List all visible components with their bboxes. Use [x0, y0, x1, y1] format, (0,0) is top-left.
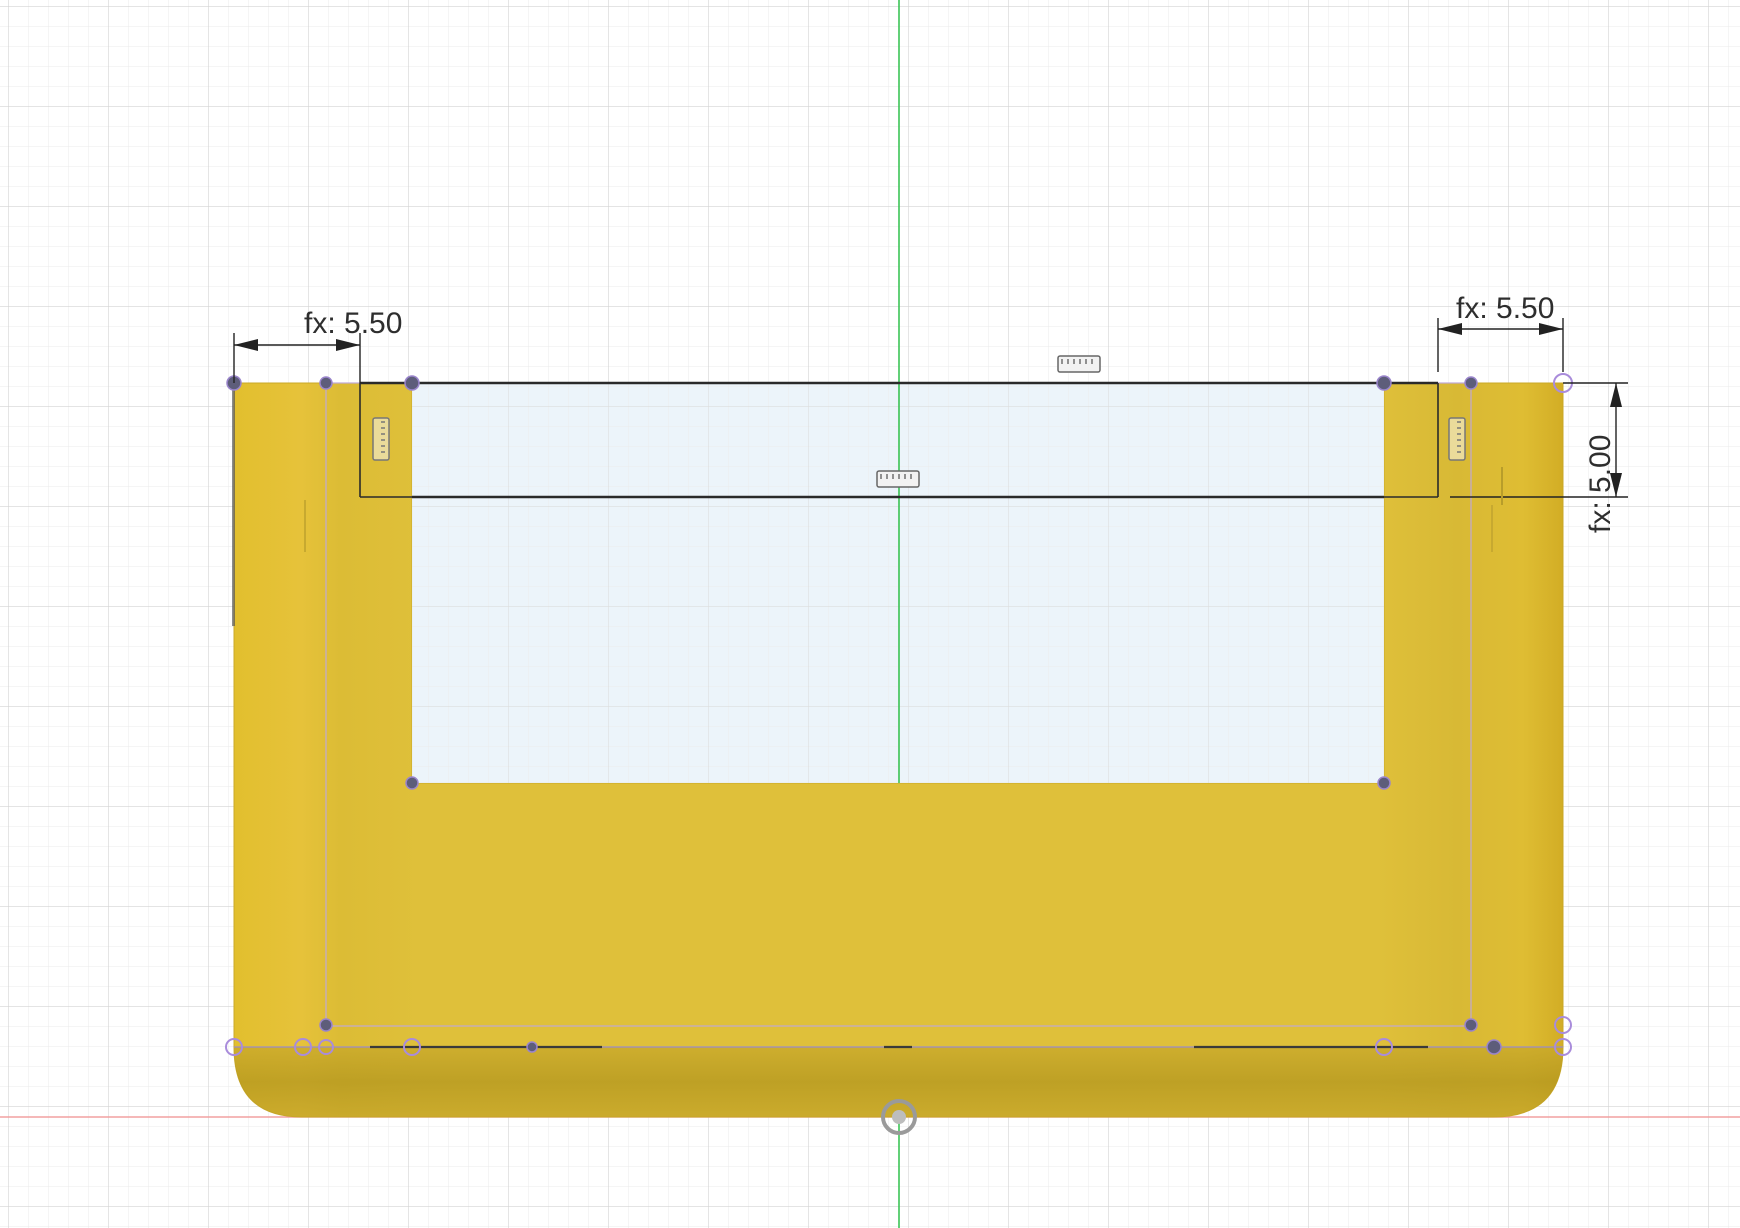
sketch-point: [405, 776, 419, 790]
sketch-point: [1464, 376, 1478, 390]
pocket-grid-major: [412, 383, 1384, 783]
sketch-point: [319, 1018, 333, 1032]
dimension-label: fx: 5.50: [1456, 292, 1554, 325]
sketch-point: [1486, 1039, 1502, 1055]
dimension-label: fx: 5.00: [1584, 435, 1617, 533]
sketch-point: [526, 1041, 538, 1053]
vertical-constraint-icon[interactable]: [1448, 417, 1466, 461]
body-left-edge: [232, 383, 235, 626]
sketch-point: [1464, 1018, 1478, 1032]
vertical-constraint-icon[interactable]: [372, 417, 390, 461]
horizontal-constraint-icon[interactable]: [1057, 355, 1101, 373]
dimension-label: fx: 5.50: [304, 307, 402, 340]
sketch-point: [1376, 375, 1392, 391]
horizontal-constraint-icon[interactable]: [876, 470, 920, 488]
sketch-point: [1377, 776, 1391, 790]
sketch-point: [319, 376, 333, 390]
sketch-canvas[interactable]: fx: 5.50 fx: 5.50 fx: 5.00: [0, 0, 1740, 1228]
sketch-point: [404, 375, 420, 391]
body-bottom-shade: [234, 1047, 1563, 1117]
origin-icon-center: [892, 1110, 906, 1124]
